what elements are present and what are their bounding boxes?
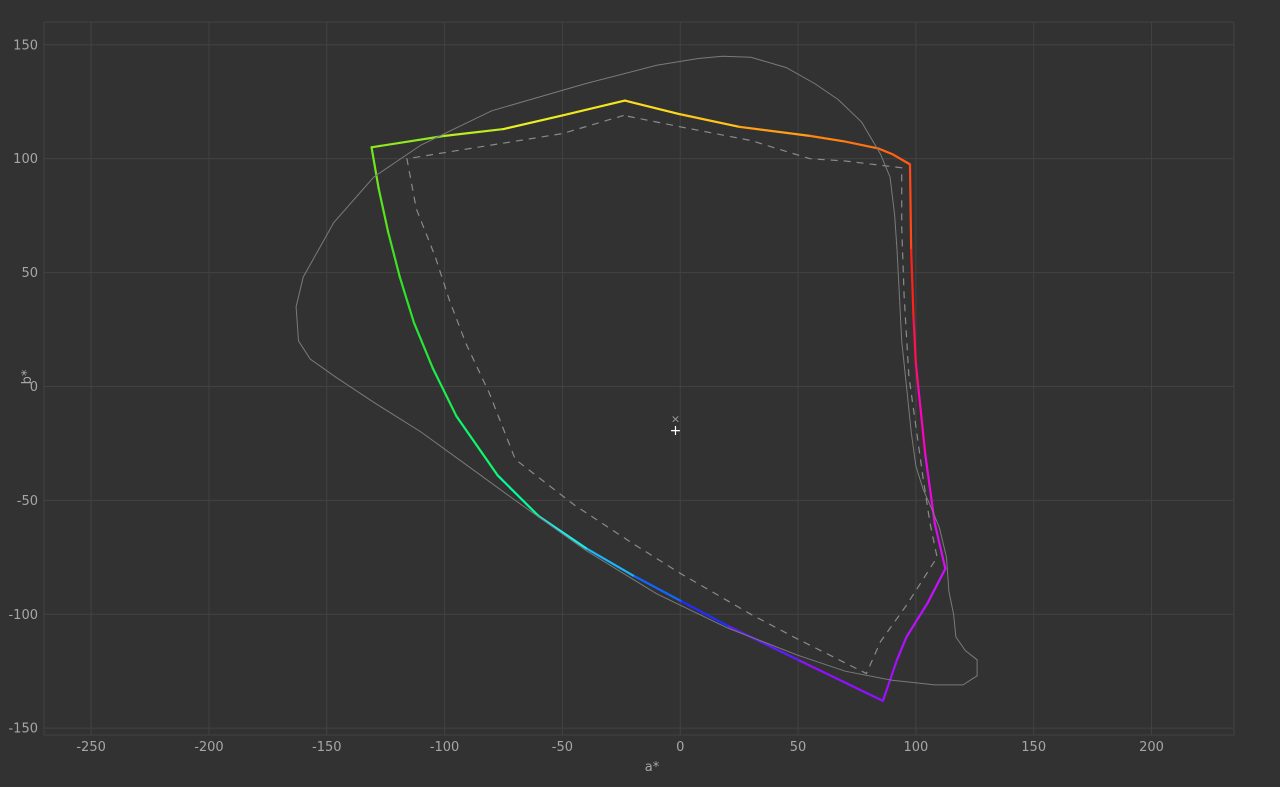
x-tick-label: 150: [1021, 740, 1046, 755]
y-tick-label: 100: [13, 152, 38, 167]
y-tick-label: -150: [8, 722, 38, 737]
gamut-series-segment: [908, 163, 913, 251]
x-tick-label: -150: [312, 740, 342, 755]
x-tick-label: -250: [76, 740, 106, 755]
x-tick-label: 200: [1139, 740, 1164, 755]
white-point-plus: +: [670, 423, 682, 439]
ab-gamut-chart: ×+ -250 -200 -150 -100 -50 0 50 100 150 200 -150 -1…: [0, 0, 1280, 787]
x-tick-label: 0: [676, 740, 684, 755]
markers-layer: ×+: [670, 412, 682, 439]
x-tick-label: 100: [903, 740, 928, 755]
y-tick-label: -100: [8, 608, 38, 623]
x-tick-label: 50: [790, 740, 807, 755]
x-tick-label: -100: [430, 740, 460, 755]
y-tick-label: -50: [17, 494, 38, 509]
y-tick-label: 150: [13, 38, 38, 53]
x-tick-label: -200: [194, 740, 224, 755]
x-axis-label: a*: [645, 760, 660, 775]
x-tick-label: -50: [552, 740, 573, 755]
plot-background: [0, 0, 1280, 787]
y-axis-label: b*: [20, 369, 35, 384]
y-tick-label: 50: [21, 266, 38, 281]
